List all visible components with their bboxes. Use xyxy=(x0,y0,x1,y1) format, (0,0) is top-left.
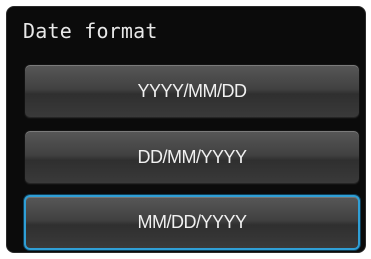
date-format-option-dd-mm-yyyy[interactable]: DD/MM/YYYY xyxy=(24,130,360,185)
date-format-option-yyyy-mm-dd[interactable]: YYYY/MM/DD xyxy=(24,64,360,119)
option-label: YYYY/MM/DD xyxy=(137,81,247,101)
option-label: DD/MM/YYYY xyxy=(137,147,247,167)
date-format-option-mm-dd-yyyy[interactable]: MM/DD/YYYY xyxy=(24,195,360,250)
date-format-panel: Date format YYYY/MM/DD DD/MM/YYYY MM/DD/… xyxy=(6,6,366,253)
option-label: MM/DD/YYYY xyxy=(137,212,247,232)
camera-settings-screen: Date format YYYY/MM/DD DD/MM/YYYY MM/DD/… xyxy=(0,0,371,259)
page-title: Date format xyxy=(23,19,158,43)
